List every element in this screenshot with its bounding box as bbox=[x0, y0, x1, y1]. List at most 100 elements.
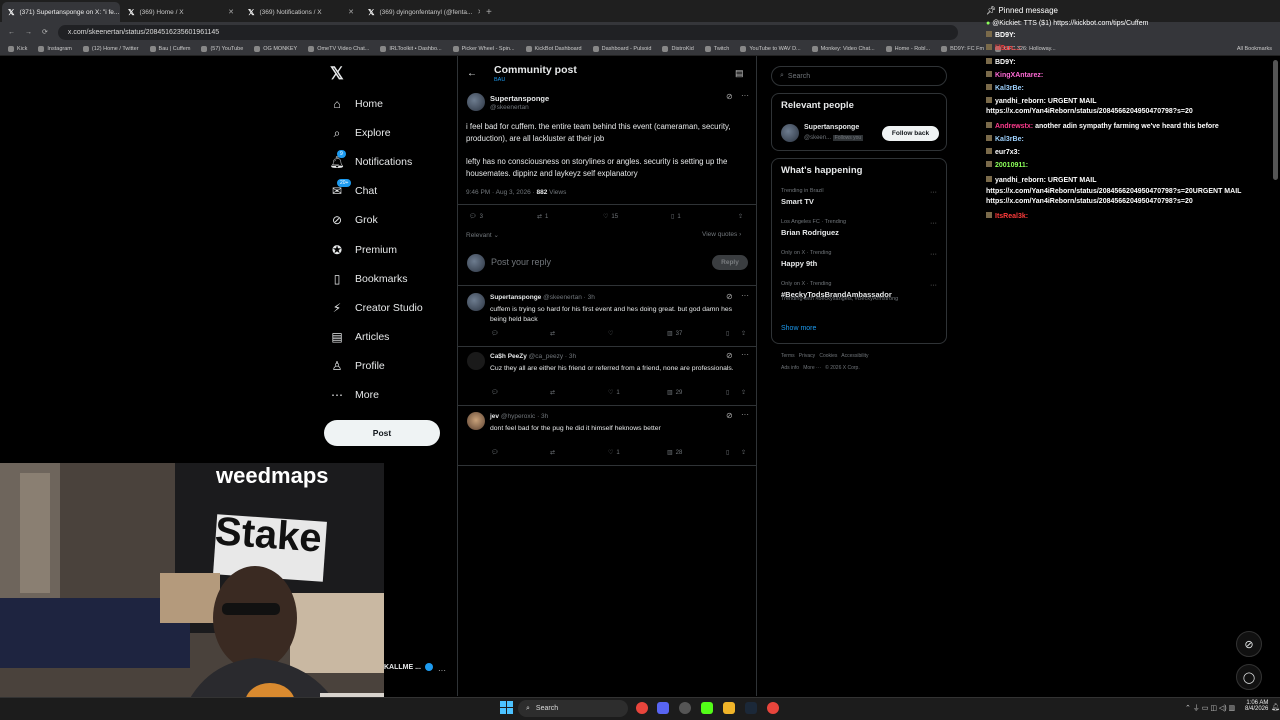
view-quotes-link[interactable]: View quotes › bbox=[702, 231, 741, 238]
bookmark-item[interactable]: KickBot Dashboard bbox=[525, 45, 582, 52]
chrome-icon[interactable] bbox=[767, 702, 779, 714]
chat-username[interactable]: ItsReal3k: bbox=[995, 213, 1028, 220]
nav-item-creator-studio[interactable]: ⚡︎ Creator Studio bbox=[330, 298, 423, 318]
bookmark-item[interactable]: Kick bbox=[8, 45, 27, 52]
nav-item-chat[interactable]: ✉︎ 20+ Chat bbox=[330, 179, 377, 201]
message-icon[interactable]: ◯ bbox=[1236, 664, 1262, 690]
chat-username[interactable]: Kal3rBe: bbox=[995, 136, 1024, 143]
avatar[interactable] bbox=[467, 352, 485, 370]
notification-icon[interactable]: 🔔︎ bbox=[1271, 703, 1280, 711]
grok-icon[interactable]: ⊘ bbox=[726, 292, 733, 301]
repost-icon[interactable]: ⇄ bbox=[550, 389, 555, 396]
browser-tab[interactable]: 𝕏 (369) Notifications / X ✕ bbox=[242, 2, 360, 22]
bookmark-item[interactable]: BD9Y: FC Fm bbox=[941, 45, 984, 52]
author-name[interactable]: Supertansponge bbox=[490, 94, 549, 103]
nav-item-bookmarks[interactable]: ▯ Bookmarks bbox=[330, 269, 408, 289]
new-tab-button[interactable]: + bbox=[486, 2, 492, 22]
nav-item-grok[interactable]: ⊘ Grok bbox=[330, 210, 378, 230]
reply-button[interactable]: Reply bbox=[712, 255, 748, 270]
bookmark-item[interactable]: OmeTV Video Chat... bbox=[308, 45, 369, 52]
back-arrow-icon[interactable]: ← bbox=[467, 68, 477, 79]
nav-item-explore[interactable]: ⌕ Explore bbox=[330, 123, 391, 143]
reply-author[interactable]: Ca$h PeeZy bbox=[490, 353, 527, 360]
chat-username[interactable]: Kal3rBe: bbox=[995, 85, 1024, 92]
avatar[interactable] bbox=[467, 293, 485, 311]
like-action[interactable]: ♡ 15 bbox=[603, 213, 618, 221]
bookmark-item[interactable]: DistroKid bbox=[662, 45, 694, 52]
chat-username[interactable]: Andrewstx: bbox=[995, 123, 1033, 130]
bookmark-item[interactable]: OG MONKEY bbox=[254, 45, 297, 52]
app-icon[interactable] bbox=[679, 702, 691, 714]
url-field[interactable]: x.com/skeenertan/status/2084516235601961… bbox=[57, 24, 958, 40]
chat-username[interactable]: yandhi_reborn: bbox=[995, 98, 1046, 105]
reply-icon[interactable]: 💬︎ bbox=[491, 449, 499, 456]
person-name[interactable]: Supertansponge bbox=[804, 124, 859, 131]
footer-links[interactable]: Ads info More ··· © 2026 X Corp. bbox=[781, 365, 860, 371]
chat-username[interactable]: 20010911: bbox=[995, 162, 1028, 169]
like-action[interactable]: ♡ 1 bbox=[608, 449, 620, 457]
more-options-icon[interactable]: ··· bbox=[930, 251, 937, 258]
reply-action[interactable]: 💬︎ 3 bbox=[469, 213, 483, 221]
share-icon[interactable]: ⇪ bbox=[741, 389, 746, 396]
footer-links[interactable]: Terms Privacy Cookies Accessibility bbox=[781, 353, 869, 359]
show-more-link[interactable]: Show more bbox=[781, 325, 816, 332]
grok-icon[interactable]: ⊘ bbox=[726, 351, 733, 360]
reply-icon[interactable]: 💬︎ bbox=[491, 330, 499, 337]
bookmark-item[interactable]: Twitch bbox=[704, 45, 729, 52]
bookmark-icon[interactable]: ▯ bbox=[726, 330, 729, 337]
more-options-icon[interactable]: ··· bbox=[930, 189, 937, 196]
more-options-icon[interactable]: ··· bbox=[930, 220, 937, 227]
like-action[interactable]: ♡ bbox=[608, 330, 616, 337]
repost-icon[interactable]: ⇄ bbox=[550, 330, 555, 337]
chat-username[interactable]: KingXAntarez: bbox=[995, 72, 1043, 79]
browser-tab[interactable]: 𝕏 (369) Home / X ✕ bbox=[122, 2, 240, 22]
share-icon[interactable]: ⇪ bbox=[738, 213, 743, 220]
post-button[interactable]: Post bbox=[324, 420, 440, 446]
bookmark-item[interactable]: Monkey: Video Chat... bbox=[811, 45, 875, 52]
chat-username[interactable]: eur7x3: bbox=[995, 149, 1020, 156]
windows-start-icon[interactable] bbox=[500, 701, 513, 714]
more-options-icon[interactable]: ··· bbox=[741, 91, 749, 100]
reader-icon[interactable]: ▤ bbox=[735, 68, 744, 79]
search-input[interactable]: ⌕ Search bbox=[771, 66, 947, 86]
reload-icon[interactable]: ⟳ bbox=[42, 28, 48, 36]
bookmark-item[interactable]: YouTube to WAV D... bbox=[740, 45, 801, 52]
discord-icon[interactable] bbox=[657, 702, 669, 714]
bookmark-item[interactable]: IRLToolkit • Dashbo... bbox=[380, 45, 442, 52]
author-handle[interactable]: @skeenertan bbox=[490, 104, 529, 111]
share-icon[interactable]: ⇪ bbox=[741, 330, 746, 337]
chat-username[interactable]: yandhi_reborn: bbox=[995, 177, 1046, 184]
grok-icon[interactable]: ⊘ bbox=[1236, 631, 1262, 657]
nav-item-home[interactable]: ⌂ Home bbox=[330, 94, 383, 114]
bookmark-icon[interactable]: ▯ bbox=[726, 389, 729, 396]
chat-username[interactable]: BD9Y: bbox=[995, 32, 1015, 39]
chat-username[interactable]: BD9Y: bbox=[995, 59, 1015, 66]
bookmark-item[interactable]: Instagram bbox=[38, 45, 72, 52]
steam-icon[interactable] bbox=[745, 702, 757, 714]
community-name[interactable]: BAU bbox=[494, 77, 505, 83]
views-action[interactable]: ▥ 29 bbox=[667, 389, 682, 397]
account-name[interactable]: KALLME ... bbox=[384, 664, 421, 671]
more-options-icon[interactable]: ··· bbox=[741, 410, 749, 419]
x-logo-icon[interactable]: 𝕏 bbox=[330, 64, 344, 84]
bookmark-item[interactable]: Picker Wheel - Spin... bbox=[452, 45, 515, 52]
bookmark-item[interactable]: (12) Home / Twitter bbox=[82, 45, 139, 52]
reply-author[interactable]: Supertansponge bbox=[490, 294, 541, 301]
reply-input[interactable]: Post your reply bbox=[491, 257, 551, 267]
bookmark-item[interactable]: Dashboard - Pulsoid bbox=[592, 45, 651, 52]
bookmark-item[interactable]: Home - Robl... bbox=[885, 45, 930, 52]
clock[interactable]: 1:06 AM 8/4/2026 bbox=[1245, 700, 1268, 712]
avatar[interactable] bbox=[781, 124, 799, 142]
share-icon[interactable]: ⇪ bbox=[741, 449, 746, 456]
bookmark-icon[interactable]: ▯ bbox=[726, 449, 729, 456]
repost-action[interactable]: ⇄ 1 bbox=[537, 213, 548, 221]
follow-back-button[interactable]: Follow back bbox=[882, 126, 939, 141]
avatar[interactable] bbox=[467, 93, 485, 111]
grok-icon[interactable]: ⊘ bbox=[726, 92, 733, 101]
back-arrow-icon[interactable]: ← bbox=[8, 29, 15, 36]
views-action[interactable]: ▥ 37 bbox=[667, 330, 682, 338]
more-options-icon[interactable]: ··· bbox=[930, 282, 937, 289]
browser-tab[interactable]: 𝕏(369) dyingonfentanyl (@fenta...✕ bbox=[362, 2, 480, 22]
chat-username[interactable]: lil5sn...: bbox=[995, 45, 1021, 52]
avatar[interactable] bbox=[467, 412, 485, 430]
